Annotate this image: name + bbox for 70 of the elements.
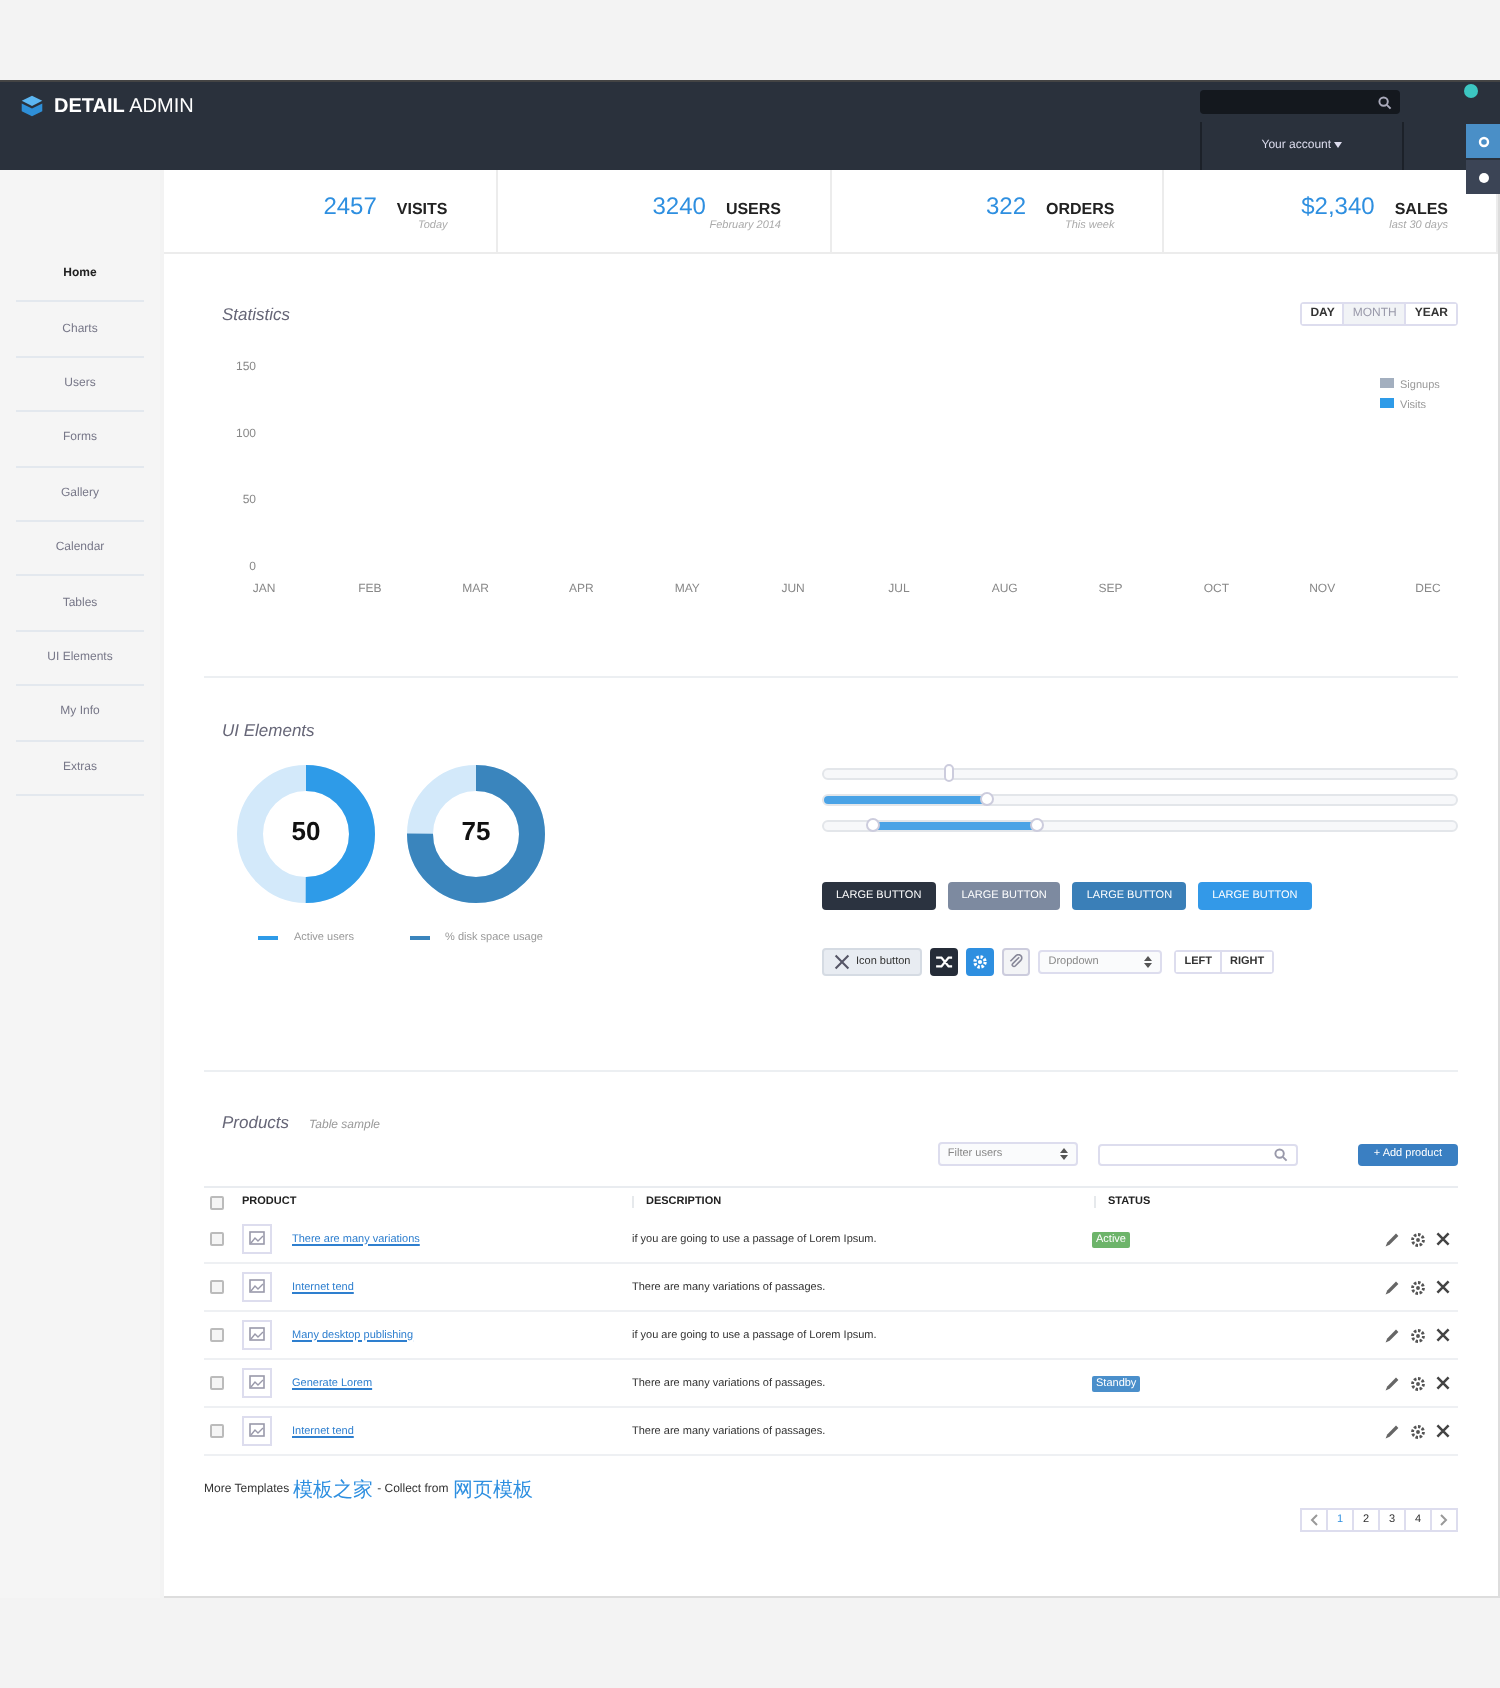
settings-icon[interactable] [1410,1231,1426,1247]
image-icon [242,1224,272,1254]
search-icon [1378,95,1392,109]
search-icon [1273,1147,1288,1161]
close-icon[interactable] [1436,1424,1450,1438]
slider-thumb[interactable] [944,764,955,782]
image-icon [242,1320,272,1350]
settings-icon[interactable] [1410,1327,1426,1343]
search-field[interactable] [1097,1143,1298,1165]
settings-icon[interactable] [1410,1375,1426,1391]
paperclip-icon [1008,954,1025,970]
app-logo[interactable]: DETAIL ADMIN [54,95,194,117]
close-icon[interactable] [1436,1280,1450,1294]
stat-value: 3240 [652,191,706,219]
slider-thumb[interactable] [866,818,881,832]
side-toggle-button[interactable] [1466,160,1500,194]
close-icon[interactable] [1436,1328,1450,1342]
stat-label: SALES [1394,199,1448,217]
edit-icon[interactable] [1384,1279,1400,1295]
stat-label: USERS [725,199,781,217]
footer-link[interactable]: 网页模板 [452,1476,533,1504]
edit-icon[interactable] [1384,1327,1400,1343]
slider-track[interactable] [822,794,1458,806]
stat-label: ORDERS [1046,199,1115,217]
cube-icon [20,94,44,118]
previous-page-button[interactable] [1300,1508,1328,1532]
ring-icon [1477,135,1489,147]
dot-icon [1477,171,1489,183]
section-title: Statistics [222,304,291,324]
checkbox[interactable] [210,1424,224,1438]
close-icon[interactable] [1436,1232,1450,1246]
image-icon [242,1272,272,1302]
slider-track[interactable] [822,768,1458,780]
edit-icon[interactable] [1384,1231,1400,1247]
shuffle-button[interactable] [930,948,959,976]
stat-value: 322 [985,191,1027,219]
caret-icon [1334,142,1343,148]
updown-icon [1059,1148,1068,1160]
stat-value: 2457 [323,191,377,219]
edit-icon[interactable] [1384,1423,1400,1439]
checkbox[interactable] [210,1232,224,1246]
section-title: Products [222,1112,290,1132]
checkbox[interactable] [210,1280,224,1294]
stat-label: VISITS [396,199,448,217]
updown-icon [1144,956,1153,968]
slider-track[interactable] [822,820,1458,832]
next-page-button[interactable] [1430,1508,1458,1532]
gear-icon [972,954,989,970]
edit-icon[interactable] [1384,1375,1400,1391]
shuffle-icon [935,954,954,970]
chevron-right-icon [1440,1514,1448,1526]
slider-thumb[interactable] [980,792,995,806]
footer-link[interactable]: 模板之家 [293,1476,374,1504]
checkbox[interactable] [210,1328,224,1342]
section-title: UI Elements [222,720,317,740]
slider-thumb[interactable] [1030,818,1045,832]
image-icon [242,1368,272,1398]
image-icon [242,1416,272,1446]
chevron-left-icon [1310,1514,1318,1526]
settings-icon[interactable] [1410,1279,1426,1295]
checkbox[interactable] [210,1376,224,1390]
search-field[interactable] [1200,90,1400,114]
tools-icon [834,954,850,970]
close-icon[interactable] [1436,1376,1450,1390]
stat-value: $2,340 [1301,191,1375,219]
gauge-value: 75 [459,816,493,846]
checkbox[interactable] [210,1195,224,1209]
gauge-value: 50 [289,816,323,846]
settings-icon[interactable] [1410,1423,1426,1439]
attach-button[interactable] [1002,948,1031,976]
